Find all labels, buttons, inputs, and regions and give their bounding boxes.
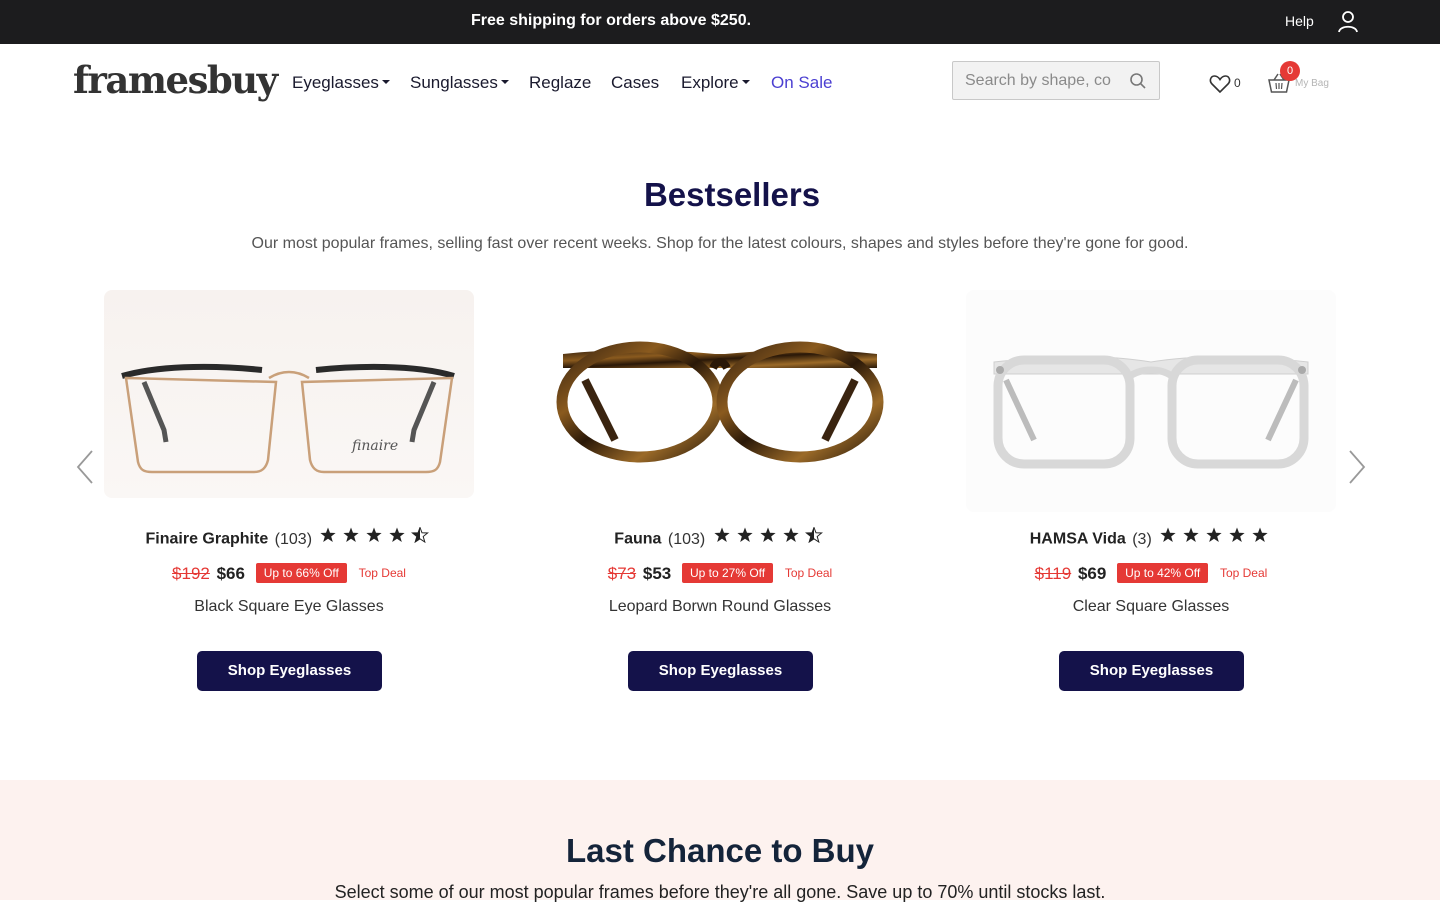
search-input[interactable] xyxy=(965,71,1120,91)
original-price: $192 xyxy=(172,564,210,583)
original-price: $119 xyxy=(1034,564,1072,583)
review-count: (103) xyxy=(274,530,313,548)
sale-price: $53 xyxy=(642,564,672,583)
last-chance-title: Last Chance to Buy xyxy=(565,832,875,869)
site-header: framesbuy Eyeglasses Sunglasses Reglaze … xyxy=(0,44,1440,120)
finaire-brand-mark: finaire xyxy=(351,438,398,454)
free-shipping-promo: Free shipping for orders above $250. xyxy=(470,12,752,29)
carousel-next-arrow-icon[interactable] xyxy=(1346,448,1368,486)
product-title-row: Fauna (103) xyxy=(535,527,905,550)
product-title-row: HAMSA Vida (3) xyxy=(966,527,1336,550)
top-deal-label: Top Deal xyxy=(358,565,406,580)
nav-label: On Sale xyxy=(771,73,833,92)
nav-label: Explore xyxy=(681,73,739,92)
review-count: (3) xyxy=(1132,530,1152,548)
bestsellers-subtitle: Our most popular frames, selling fast ov… xyxy=(251,235,1189,252)
caret-down-icon xyxy=(500,79,509,84)
product-description: Clear Square Glasses xyxy=(1072,598,1230,615)
caret-down-icon xyxy=(381,79,390,84)
top-deal-label: Top Deal xyxy=(1219,565,1268,580)
nav-label: Sunglasses xyxy=(410,73,498,92)
framesbuy-logo[interactable]: framesbuy xyxy=(73,58,278,102)
nav-label: Cases xyxy=(611,73,660,92)
price-row: $73 $53 Up to 27% Off Top Deal xyxy=(535,562,905,585)
nav-cases[interactable]: Cases xyxy=(611,73,659,93)
star-rating-icon xyxy=(1160,527,1272,548)
sale-price: $66 xyxy=(216,564,245,583)
help-link[interactable]: Help xyxy=(1285,13,1314,29)
discount-badge: Up to 66% Off xyxy=(255,562,347,583)
bag-label: My Bag xyxy=(1295,78,1329,89)
discount-badge: Up to 27% Off xyxy=(681,562,774,583)
caret-down-icon xyxy=(741,79,750,84)
nav-reglaze[interactable]: Reglaze xyxy=(529,73,591,93)
shop-eyeglasses-button[interactable]: Shop Eyeglasses xyxy=(197,651,382,691)
shop-eyeglasses-button[interactable]: Shop Eyeglasses xyxy=(628,651,813,691)
product-card[interactable]: HAMSA Vida (3) $119 $69 Up to 42% Off To… xyxy=(966,290,1336,700)
nav-explore[interactable]: Explore xyxy=(681,73,750,93)
nav-label: Reglaze xyxy=(529,73,592,92)
product-name[interactable]: Finaire Graphite xyxy=(146,531,269,548)
product-name[interactable]: HAMSA Vida xyxy=(1030,531,1126,548)
star-rating-icon xyxy=(714,527,826,548)
review-count: (103) xyxy=(667,530,706,548)
nav-sunglasses[interactable]: Sunglasses xyxy=(410,73,509,93)
wishlist-button[interactable]: 0 xyxy=(1209,72,1249,96)
discount-badge: Up to 42% Off xyxy=(1117,562,1209,583)
original-price: $73 xyxy=(607,564,637,583)
product-description: Black Square Eye Glasses xyxy=(194,598,384,615)
nav-on-sale[interactable]: On Sale xyxy=(771,73,832,93)
nav-label: Eyeglasses xyxy=(292,73,379,92)
price-row: $192 $66 Up to 66% Off Top Deal xyxy=(104,562,474,585)
search-icon[interactable] xyxy=(1129,72,1147,90)
product-name[interactable]: Fauna xyxy=(614,531,661,548)
heart-icon xyxy=(1209,75,1231,94)
price-row: $119 $69 Up to 42% Off Top Deal xyxy=(966,562,1336,585)
search-box xyxy=(952,61,1160,100)
last-chance-section: Last Chance to Buy Select some of our mo… xyxy=(0,780,1440,902)
carousel-prev-arrow-icon[interactable] xyxy=(74,448,96,486)
product-image[interactable] xyxy=(535,290,905,498)
product-card[interactable]: Fauna (103) $73 $53 Up to 27% Off Top De… xyxy=(535,290,905,700)
top-deal-label: Top Deal xyxy=(784,565,833,580)
product-image[interactable] xyxy=(966,290,1336,512)
bestsellers-title: Bestsellers xyxy=(643,176,821,213)
user-icon[interactable] xyxy=(1337,10,1359,34)
wishlist-count: 0 xyxy=(1234,76,1241,90)
shopping-bag-button[interactable]: 0 My Bag xyxy=(1267,61,1347,98)
product-title-row: Finaire Graphite (103) xyxy=(104,527,474,550)
product-card[interactable]: finaire Finaire Graphite (103) $192 $66 … xyxy=(104,290,474,700)
product-description: Leopard Borwn Round Glasses xyxy=(608,598,832,615)
product-image[interactable]: finaire xyxy=(104,290,474,498)
nav-eyeglasses[interactable]: Eyeglasses xyxy=(292,73,390,93)
sale-price: $69 xyxy=(1077,564,1107,583)
star-rating-icon xyxy=(320,527,432,548)
shop-eyeglasses-button[interactable]: Shop Eyeglasses xyxy=(1059,651,1244,691)
promo-bar: Free shipping for orders above $250. Hel… xyxy=(0,0,1440,44)
